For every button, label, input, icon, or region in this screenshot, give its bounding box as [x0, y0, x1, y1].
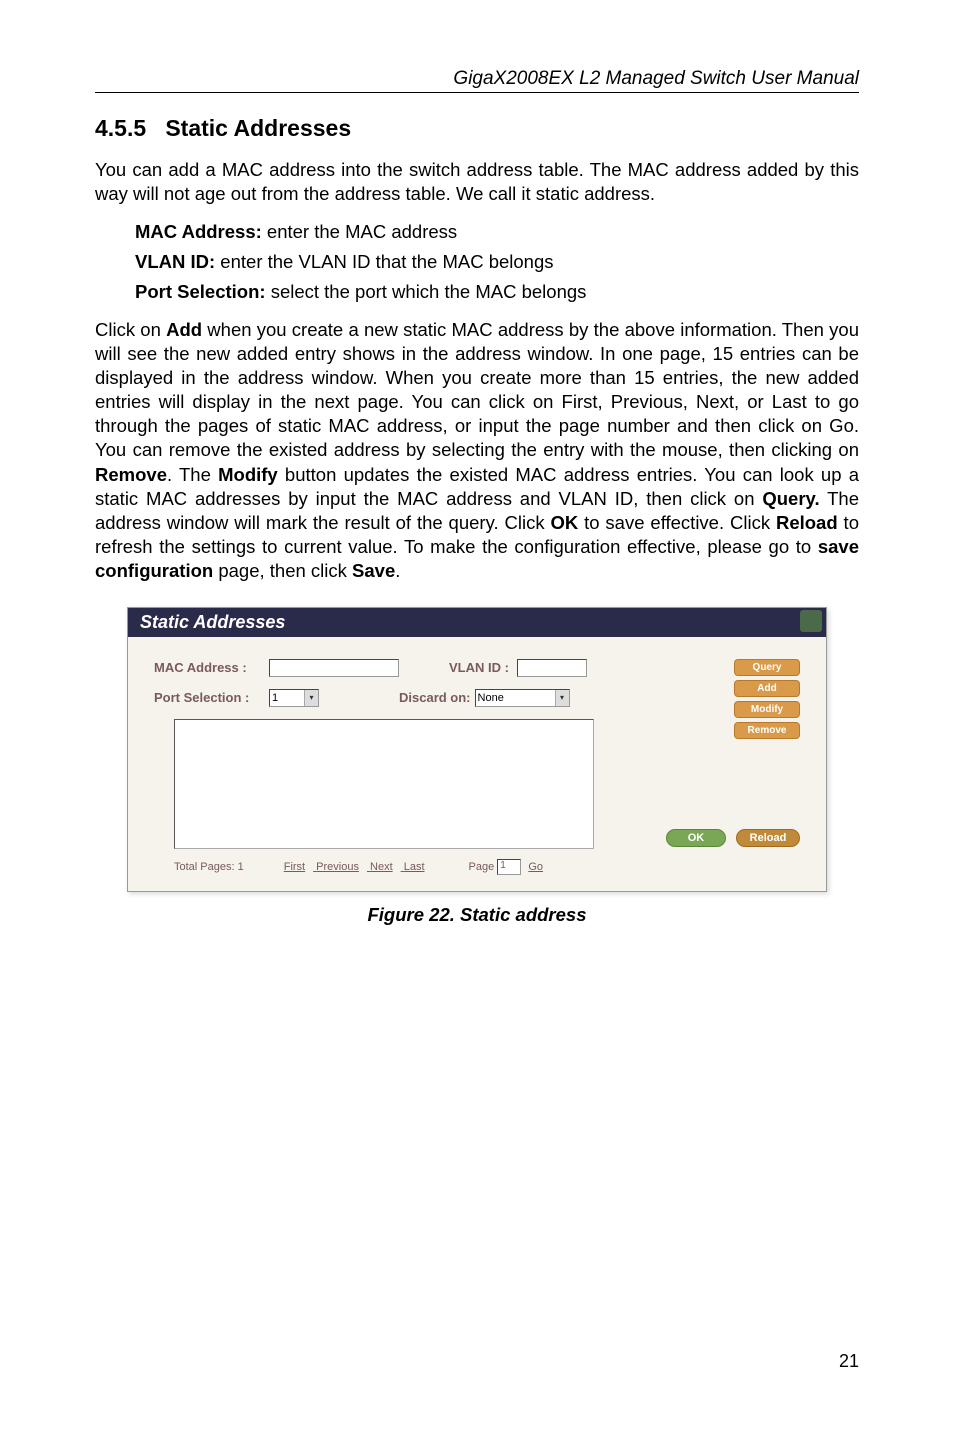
- link-first[interactable]: First: [284, 861, 305, 873]
- page-label: Page: [469, 861, 495, 873]
- address-listbox[interactable]: [174, 719, 594, 849]
- mac-label: MAC Address :: [154, 660, 269, 675]
- pager-links: First Previous Next Last: [284, 861, 433, 873]
- link-last[interactable]: Last: [404, 861, 425, 873]
- bottom-buttons: OK Reload: [666, 829, 800, 847]
- para-main: Click on Add when you create a new stati…: [95, 318, 859, 583]
- discard-value: None: [478, 692, 504, 704]
- vlan-label: VLAN ID :: [449, 660, 509, 675]
- chevron-down-icon: ▾: [555, 690, 569, 706]
- port-select[interactable]: 1 ▾: [269, 689, 319, 707]
- bullet-mac: MAC Address: enter the MAC address: [135, 220, 859, 244]
- side-buttons: Query Add Modify Remove: [734, 659, 800, 739]
- go-link[interactable]: Go: [528, 861, 543, 873]
- port-value: 1: [272, 692, 278, 704]
- figure-caption: Figure 22. Static address: [95, 904, 859, 926]
- figure-wrap: Static Addresses Query Add Modify Remove…: [95, 607, 859, 926]
- header-title: GigaX2008EX L2 Managed Switch User Manua…: [453, 68, 859, 89]
- page-input[interactable]: 1: [497, 859, 521, 875]
- discard-select[interactable]: None ▾: [475, 689, 570, 707]
- page-number: 21: [839, 1351, 859, 1372]
- panel-title: Static Addresses: [140, 612, 285, 632]
- link-previous[interactable]: Previous: [316, 861, 359, 873]
- bullet-list: MAC Address: enter the MAC address VLAN …: [135, 220, 859, 304]
- header: GigaX2008EX L2 Managed Switch User Manua…: [95, 68, 859, 93]
- total-pages-label: Total Pages: 1: [174, 861, 244, 873]
- section-heading: 4.5.5 Static Addresses: [95, 115, 859, 142]
- modify-button[interactable]: Modify: [734, 701, 800, 718]
- section-title: Static Addresses: [165, 115, 351, 141]
- reload-button[interactable]: Reload: [736, 829, 800, 847]
- bullet-vlan: VLAN ID: enter the VLAN ID that the MAC …: [135, 250, 859, 274]
- panel-footer: Total Pages: 1 First Previous Next Last …: [154, 859, 800, 875]
- chevron-down-icon: ▾: [304, 690, 318, 706]
- section-number: 4.5.5: [95, 115, 146, 141]
- panel-body: Query Add Modify Remove MAC Address : VL…: [128, 637, 826, 891]
- page-area: Page 1 Go: [469, 859, 544, 875]
- screenshot-panel: Static Addresses Query Add Modify Remove…: [127, 607, 827, 892]
- ok-button[interactable]: OK: [666, 829, 726, 847]
- bullet-port: Port Selection: select the port which th…: [135, 280, 859, 304]
- panel-titlebar: Static Addresses: [128, 608, 826, 637]
- discard-label: Discard on:: [399, 690, 471, 705]
- panel-icon: [800, 610, 822, 632]
- mac-input[interactable]: [269, 659, 399, 677]
- link-next[interactable]: Next: [370, 861, 393, 873]
- port-label: Port Selection :: [154, 690, 269, 705]
- remove-button[interactable]: Remove: [734, 722, 800, 739]
- vlan-input[interactable]: [517, 659, 587, 677]
- row-port-discard: Port Selection : 1 ▾ Discard on: None ▾: [154, 689, 800, 707]
- para-intro: You can add a MAC address into the switc…: [95, 158, 859, 206]
- query-button[interactable]: Query: [734, 659, 800, 676]
- add-button[interactable]: Add: [734, 680, 800, 697]
- row-mac-vlan: MAC Address : VLAN ID :: [154, 659, 800, 677]
